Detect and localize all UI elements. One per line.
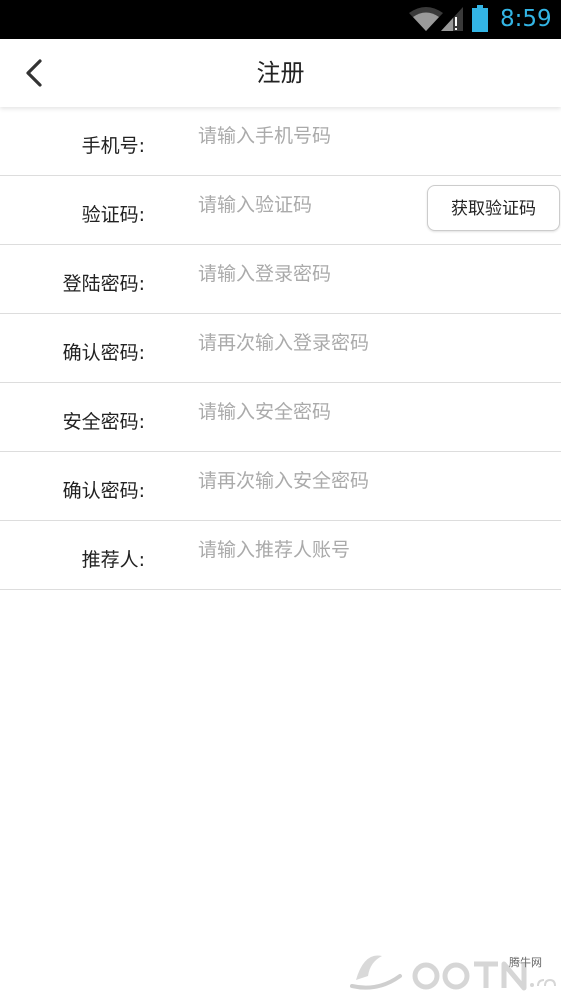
referrer-label: 推荐人: <box>81 549 145 571</box>
phone-row: 手机号: <box>0 107 561 176</box>
referrer-row: 推荐人: <box>0 521 561 590</box>
login-password-label: 登陆密码: <box>62 273 145 295</box>
referrer-input[interactable] <box>198 535 538 565</box>
verification-code-row: 验证码: 获取验证码 <box>0 176 561 245</box>
login-password-input[interactable] <box>198 259 538 289</box>
security-password-input[interactable] <box>198 397 538 427</box>
confirm-security-password-input[interactable] <box>198 466 538 496</box>
phone-input[interactable] <box>198 121 418 151</box>
get-verification-code-button[interactable]: 获取验证码 <box>427 185 560 231</box>
verification-code-input[interactable] <box>198 190 418 220</box>
verification-code-label: 验证码: <box>81 204 145 226</box>
app-header: 注册 <box>0 39 561 107</box>
status-bar: 8:59 <box>0 0 561 39</box>
status-clock: 8:59 <box>500 6 552 32</box>
chevron-left-icon[interactable] <box>18 55 52 91</box>
page-title: 注册 <box>256 59 305 87</box>
watermark: 腾牛网 <box>348 946 558 996</box>
wifi-icon <box>409 7 443 31</box>
confirm-security-password-row: 确认密码: <box>0 452 561 521</box>
security-password-label: 安全密码: <box>62 411 145 433</box>
login-password-row: 登陆密码: <box>0 245 561 314</box>
signal-icon <box>441 7 463 31</box>
phone-label: 手机号: <box>81 135 145 157</box>
watermark-text: 腾牛网 <box>509 956 542 969</box>
register-screen: 8:59 注册 手机号: 验证码: 获取验证码 登陆密码: 确认密码: 安全密码… <box>0 0 561 999</box>
confirm-login-password-input[interactable] <box>198 328 538 358</box>
confirm-login-password-row: 确认密码: <box>0 314 561 383</box>
confirm-security-password-label: 确认密码: <box>62 480 145 502</box>
security-password-row: 安全密码: <box>0 383 561 452</box>
register-form: 手机号: 验证码: 获取验证码 登陆密码: 确认密码: 安全密码: 确认密码: … <box>0 107 561 590</box>
battery-icon <box>472 5 488 32</box>
confirm-login-password-label: 确认密码: <box>62 342 145 364</box>
